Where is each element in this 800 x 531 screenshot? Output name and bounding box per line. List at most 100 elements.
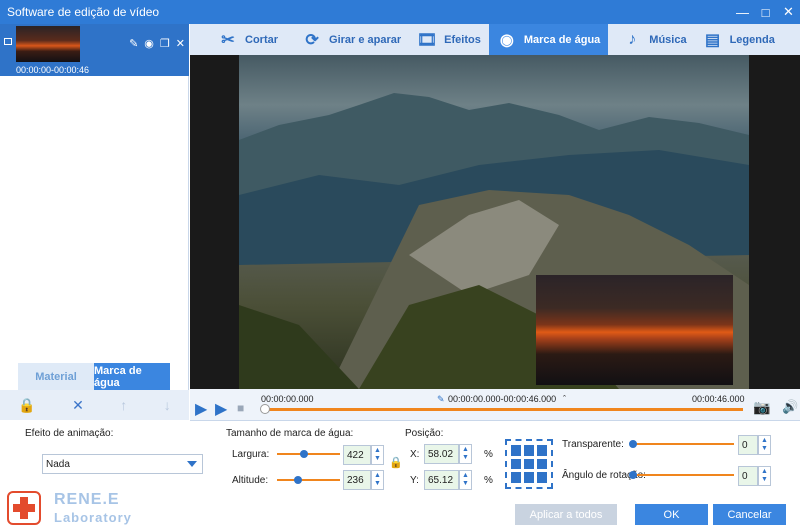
x-stepper[interactable]: ▲ ▼ bbox=[459, 444, 472, 464]
left-tabs: Material Marca de água bbox=[18, 363, 170, 390]
maximize-icon[interactable]: □ bbox=[754, 0, 777, 24]
rotate-crop-icon: ⟳ bbox=[305, 31, 319, 49]
move-up-icon[interactable]: ↑ bbox=[120, 397, 127, 413]
playhead-handle[interactable] bbox=[260, 404, 270, 414]
tab-efeitos[interactable]: 🎞 Efeitos bbox=[409, 24, 489, 55]
y-input[interactable]: 65.12 bbox=[424, 470, 459, 490]
aspect-lock-icon[interactable]: 🔒 bbox=[389, 456, 403, 469]
transparency-label: Transparente: bbox=[562, 439, 624, 450]
pencil-icon[interactable]: ✎ bbox=[437, 394, 445, 405]
stop-icon[interactable]: ■ bbox=[237, 401, 244, 415]
transparency-slider[interactable] bbox=[632, 443, 734, 445]
logo-subtitle: Laboratory bbox=[54, 510, 132, 525]
effects-icon: 🎞 bbox=[417, 31, 438, 49]
timeline-track[interactable] bbox=[263, 408, 743, 411]
copy-icon[interactable]: ❐ bbox=[160, 37, 170, 50]
tab-label: Marca de água bbox=[523, 33, 601, 46]
tab-material[interactable]: Material bbox=[18, 363, 94, 390]
ok-button[interactable]: OK bbox=[635, 504, 708, 525]
pos-top-left[interactable] bbox=[511, 445, 521, 456]
pos-bottom-left[interactable] bbox=[511, 472, 521, 483]
clip-item[interactable]: 00:00:00-00:00:46 ✎ ◉ ❐ ✕ bbox=[0, 24, 189, 76]
video-frame[interactable] bbox=[239, 55, 749, 389]
rotation-slider-handle[interactable] bbox=[629, 471, 637, 479]
watermark-icon: ◉ bbox=[499, 31, 514, 49]
delete-icon[interactable]: ✕ bbox=[72, 397, 84, 414]
height-label: Altitude: bbox=[232, 475, 269, 486]
clip-preview-icon[interactable] bbox=[4, 38, 12, 45]
tab-label: Música bbox=[649, 33, 687, 46]
subtitle-icon: ▤ bbox=[705, 31, 721, 49]
scissors-icon: ✂ bbox=[221, 31, 235, 49]
x-input[interactable]: 58.02 bbox=[424, 444, 459, 464]
move-down-icon[interactable]: ↓ bbox=[164, 397, 171, 413]
clip-thumbnail[interactable] bbox=[16, 26, 80, 62]
animation-value: Nada bbox=[46, 458, 70, 470]
window-title: Software de edição de vídeo bbox=[7, 5, 160, 19]
left-panel: 00:00:00-00:00:46 ✎ ◉ ❐ ✕ Material Marca… bbox=[0, 24, 189, 420]
tab-label: Cortar bbox=[245, 33, 279, 46]
pos-top-center[interactable] bbox=[524, 445, 534, 456]
minimize-icon[interactable]: — bbox=[731, 0, 754, 24]
position-grid[interactable] bbox=[505, 439, 553, 489]
logo-cross-icon bbox=[7, 491, 41, 525]
tab-marca-de-agua[interactable]: ◉ Marca de água bbox=[488, 24, 609, 55]
camera-icon[interactable]: 📷 bbox=[753, 399, 770, 416]
rotation-slider[interactable] bbox=[632, 474, 734, 476]
watermark-settings: Efeito de animação: Nada Tamanho de marc… bbox=[0, 421, 800, 531]
chevron-up-icon[interactable]: ˆ bbox=[563, 394, 566, 404]
chevron-down-icon bbox=[187, 461, 197, 467]
transparency-slider-handle[interactable] bbox=[629, 440, 637, 448]
eye-icon[interactable]: ◉ bbox=[144, 37, 154, 50]
pos-bottom-right[interactable] bbox=[537, 472, 547, 483]
x-label: X: bbox=[410, 449, 420, 460]
edit-pencil-icon[interactable]: ✎ bbox=[129, 37, 138, 50]
transparency-input[interactable]: 0 bbox=[738, 435, 758, 455]
transparency-stepper[interactable]: ▲ ▼ bbox=[758, 435, 771, 455]
height-stepper[interactable]: ▲ ▼ bbox=[371, 470, 384, 490]
rotation-stepper[interactable]: ▲ ▼ bbox=[758, 466, 771, 486]
width-label: Largura: bbox=[232, 449, 270, 460]
tab-watermark[interactable]: Marca de água bbox=[94, 363, 170, 390]
title-bar: Software de edição de vídeo — □ ✕ bbox=[0, 0, 800, 24]
cancel-button[interactable]: Cancelar bbox=[713, 504, 786, 525]
play-icon[interactable]: ▶ bbox=[195, 399, 207, 419]
pos-middle-right[interactable] bbox=[537, 458, 547, 470]
lock-icon[interactable]: 🔒 bbox=[18, 397, 35, 414]
tab-label: Girar e aparar bbox=[329, 33, 402, 46]
animation-label: Efeito de animação: bbox=[25, 428, 114, 439]
tab-legenda[interactable]: ▤ Legenda bbox=[695, 24, 783, 55]
apply-all-button[interactable]: Aplicar a todos bbox=[515, 504, 617, 525]
width-slider-handle[interactable] bbox=[300, 450, 308, 458]
y-stepper[interactable]: ▲ ▼ bbox=[459, 470, 472, 490]
play-segment-icon[interactable]: ▶ bbox=[215, 399, 227, 419]
x-percent: % bbox=[484, 449, 493, 460]
pos-top-right[interactable] bbox=[537, 445, 547, 456]
video-preview bbox=[190, 55, 800, 389]
pos-middle-left[interactable] bbox=[511, 458, 521, 470]
watermark-image[interactable] bbox=[536, 275, 733, 385]
volume-icon[interactable]: 🔊 bbox=[782, 399, 798, 415]
rotation-input[interactable]: 0 bbox=[738, 466, 758, 486]
height-slider[interactable] bbox=[277, 479, 340, 481]
tab-musica[interactable]: ♪ Música bbox=[608, 24, 694, 55]
position-label: Posição: bbox=[405, 428, 444, 439]
music-icon: ♪ bbox=[628, 30, 637, 48]
tab-girar-e-aparar[interactable]: ⟳ Girar e aparar bbox=[286, 24, 409, 55]
timeline-start: 00:00:00.000 bbox=[261, 394, 314, 404]
remove-clip-icon[interactable]: ✕ bbox=[176, 37, 185, 50]
close-icon[interactable]: ✕ bbox=[777, 0, 800, 24]
clip-time: 00:00:00-00:00:46 bbox=[16, 65, 90, 75]
width-stepper[interactable]: ▲ ▼ bbox=[371, 445, 384, 465]
tab-cortar[interactable]: ✂ Cortar bbox=[190, 24, 286, 55]
width-input[interactable]: 422 bbox=[343, 445, 371, 465]
y-label: Y: bbox=[410, 475, 419, 486]
height-input[interactable]: 236 bbox=[343, 470, 371, 490]
left-tools: 🔒 ✕ ↑ ↓ bbox=[0, 390, 189, 420]
width-slider[interactable] bbox=[277, 453, 340, 455]
animation-select[interactable]: Nada bbox=[42, 454, 203, 474]
height-slider-handle[interactable] bbox=[294, 476, 302, 484]
pos-center[interactable] bbox=[524, 458, 534, 470]
timeline-bar: 00:00:00.000 ✎ 00:00:00.000-00:00:46.000… bbox=[190, 389, 800, 421]
pos-bottom-center[interactable] bbox=[524, 472, 534, 483]
